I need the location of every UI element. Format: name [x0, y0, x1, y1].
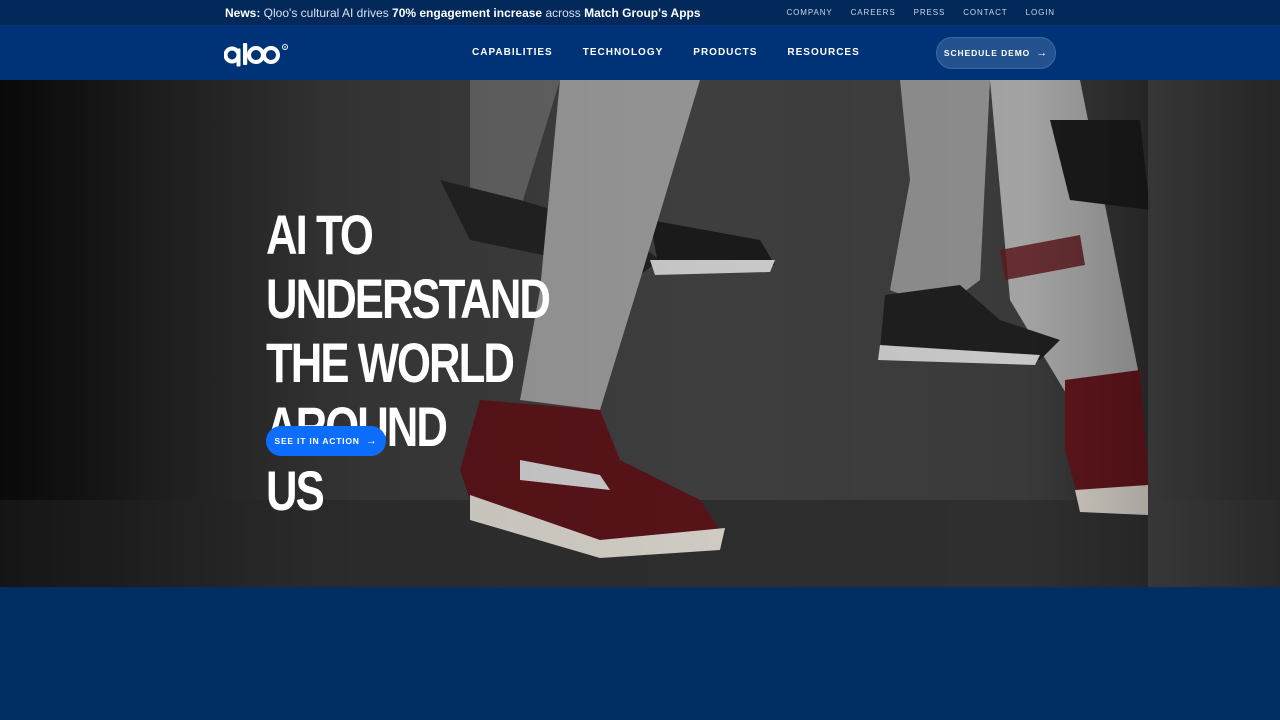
- link-company[interactable]: COMPANY: [786, 8, 832, 17]
- news-text-1: Qloo's cultural AI drives: [260, 6, 393, 20]
- schedule-demo-label: SCHEDULE DEMO: [943, 48, 1031, 58]
- news-bar: News: Qloo's cultural AI drives 70% enga…: [0, 0, 1280, 25]
- arrow-right-icon: →: [1036, 46, 1049, 59]
- news-highlight-2: Match Group's Apps: [584, 6, 701, 20]
- next-section: [0, 587, 1280, 720]
- headline-line-1: AI TO UNDERSTAND: [266, 203, 551, 330]
- schedule-demo-button[interactable]: SCHEDULE DEMO →: [936, 37, 1056, 69]
- headline-line-3: US: [266, 459, 325, 522]
- arrow-right-icon: →: [365, 434, 378, 447]
- qloo-logo[interactable]: qloo R: [224, 41, 290, 67]
- nav-products[interactable]: PRODUCTS: [693, 47, 757, 58]
- link-press[interactable]: PRESS: [914, 8, 946, 17]
- nav-resources[interactable]: RESOURCES: [787, 47, 859, 58]
- link-contact[interactable]: CONTACT: [963, 8, 1007, 17]
- cta-label: SEE IT IN ACTION: [274, 436, 360, 446]
- news-prefix: News:: [225, 6, 261, 20]
- hero-headline: AI TO UNDERSTAND THE WORLD AROUND US: [266, 203, 594, 523]
- hero-section: AI TO UNDERSTAND THE WORLD AROUND US SEE…: [0, 80, 1280, 587]
- news-ticker[interactable]: News: Qloo's cultural AI drives 70% enga…: [225, 6, 701, 20]
- utility-nav: COMPANY CAREERS PRESS CONTACT LOGIN: [786, 8, 1055, 17]
- see-it-in-action-button[interactable]: SEE IT IN ACTION →: [266, 426, 386, 456]
- nav-technology[interactable]: TECHNOLOGY: [583, 47, 664, 58]
- news-text-2: across: [542, 6, 585, 20]
- hero-background-image: [0, 80, 1280, 587]
- news-highlight-1: 70% engagement increase: [392, 6, 543, 20]
- link-careers[interactable]: CAREERS: [851, 8, 896, 17]
- link-login[interactable]: LOGIN: [1026, 8, 1055, 17]
- nav-capabilities[interactable]: CAPABILITIES: [472, 47, 553, 58]
- svg-text:R: R: [284, 45, 287, 49]
- primary-menu: CAPABILITIES TECHNOLOGY PRODUCTS RESOURC…: [472, 47, 860, 58]
